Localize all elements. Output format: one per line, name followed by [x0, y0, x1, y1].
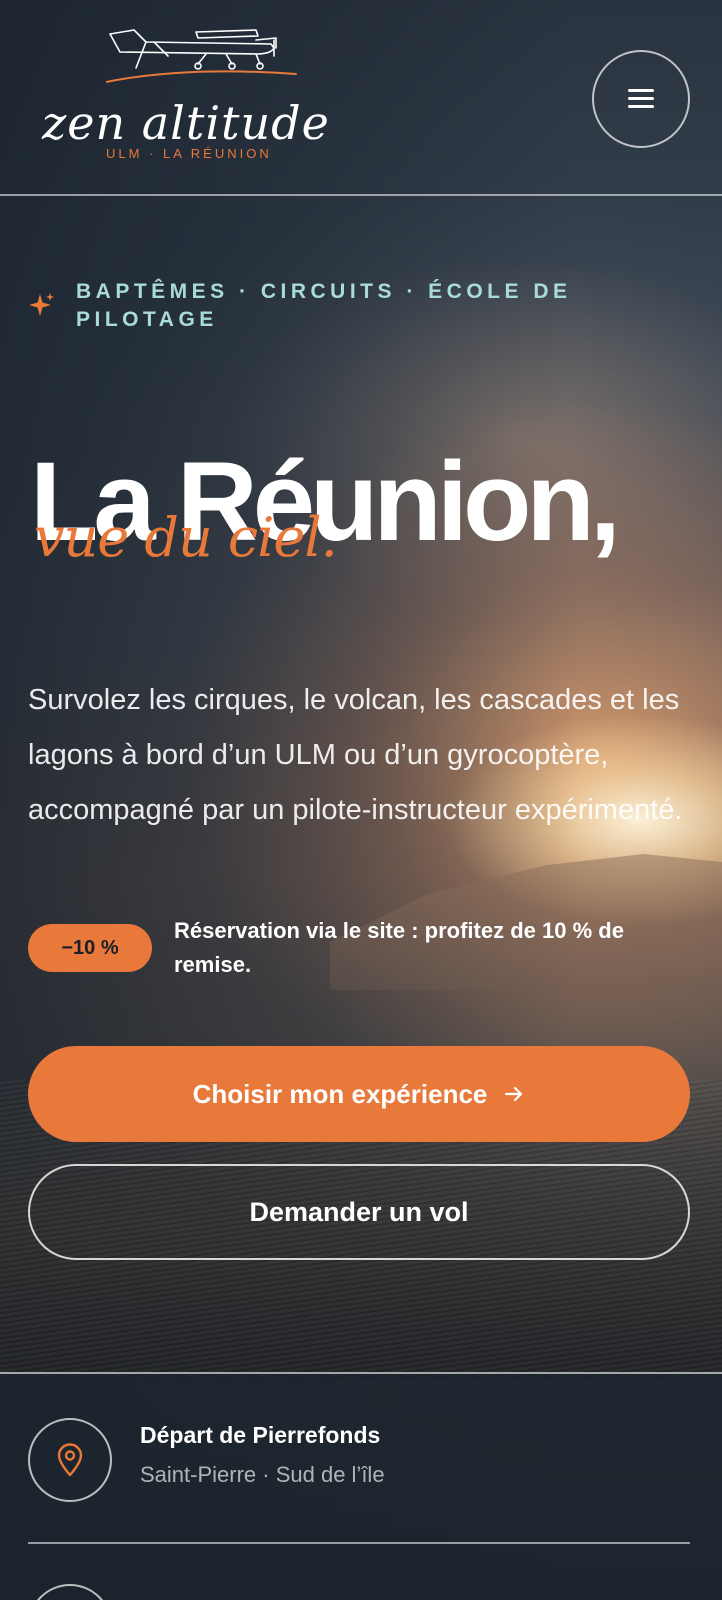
menu-button[interactable]: [592, 50, 690, 148]
choose-experience-button[interactable]: Choisir mon expérience: [28, 1046, 690, 1142]
info-strip: Départ de Pierrefonds Saint-Pierre · Sud…: [0, 1372, 722, 1600]
map-pin-badge: [28, 1418, 112, 1502]
discount-badge: −10 %: [28, 924, 152, 972]
hamburger-menu-icon: [628, 89, 654, 109]
promo-banner: −10 % Réservation via le site : profitez…: [28, 896, 692, 977]
info-divider: [28, 1542, 690, 1544]
promo-text: Réservation via le site : profitez de 10…: [174, 918, 624, 977]
info-item-subtitle: Saint-Pierre · Sud de l’île: [140, 1462, 385, 1487]
request-flight-button[interactable]: Demander un vol: [28, 1164, 690, 1260]
choose-experience-label: Choisir mon expérience: [192, 1078, 488, 1109]
request-flight-label: Demander un vol: [249, 1196, 469, 1227]
hero-subtitle: vue du ciel.: [34, 506, 338, 569]
logo[interactable]: zen altitude ULM · LA RÉUNION: [36, 24, 336, 164]
eyebrow-text: BAPTÊMES · CIRCUITS · ÉCOLE DE PILOTAGE: [76, 280, 572, 331]
info-item-departure: Départ de Pierrefonds Saint-Pierre · Sud…: [28, 1418, 692, 1502]
next-info-icon-badge: [28, 1584, 112, 1600]
arrow-right-icon: [505, 1086, 523, 1102]
sparkle-icon: [29, 293, 54, 316]
map-pin-icon: [57, 1443, 83, 1477]
page: zen altitude ULM · LA RÉUNION BAPTÊMES ·…: [0, 0, 722, 1600]
info-item-title: Départ de Pierrefonds: [140, 1422, 381, 1448]
hero-lead: Survolez les cirques, le volcan, les cas…: [28, 684, 683, 826]
logo-tagline: ULM · LA RÉUNION: [106, 146, 272, 161]
logo-wordmark: zen altitude: [42, 96, 330, 150]
plane-logo-icon: [106, 29, 297, 83]
site-header: zen altitude ULM · LA RÉUNION: [0, 0, 722, 196]
